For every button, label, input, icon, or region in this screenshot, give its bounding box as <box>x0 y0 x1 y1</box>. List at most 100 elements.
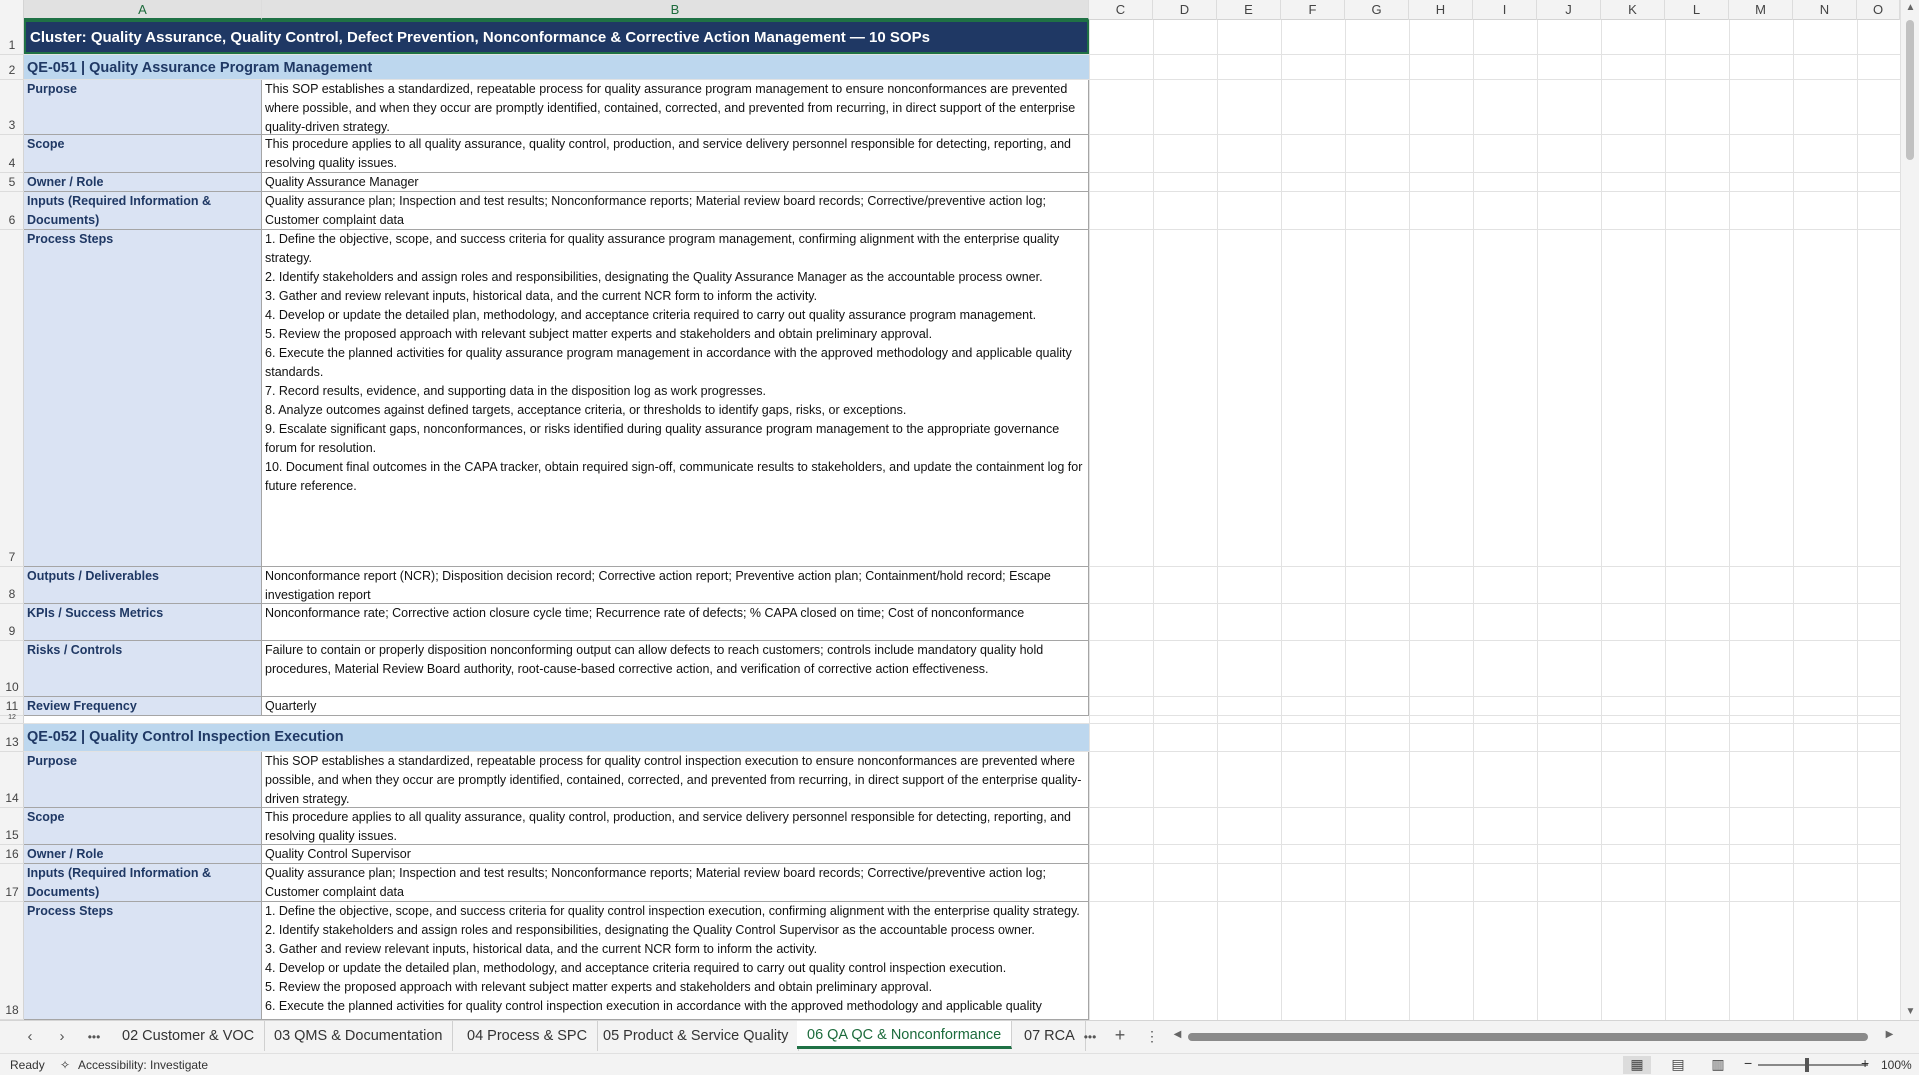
sop-header-qe-052[interactable]: QE-052 | Quality Control Inspection Exec… <box>24 724 1089 751</box>
select-all-corner[interactable] <box>0 0 24 20</box>
review-frequency-value[interactable]: Quarterly <box>262 697 1089 716</box>
ellipsis-icon[interactable]: ••• <box>82 1030 106 1044</box>
cell-grid[interactable]: Cluster: Quality Assurance, Quality Cont… <box>24 20 1900 1020</box>
row-header-12[interactable]: 12 <box>0 714 24 724</box>
plus-icon[interactable]: + <box>1108 1025 1132 1046</box>
column-header-k[interactable]: K <box>1601 0 1665 20</box>
column-header-d[interactable]: D <box>1153 0 1217 20</box>
scroll-left-icon[interactable]: ◀ <box>1168 1029 1187 1040</box>
column-header-i[interactable]: I <box>1473 0 1537 20</box>
inputs-value[interactable]: Quality assurance plan; Inspection and t… <box>262 864 1089 902</box>
scroll-down-icon[interactable]: ▼ <box>1901 1006 1919 1017</box>
sheet-tab-product-service-quality[interactable]: 05 Product & Service Quality <box>593 1021 800 1051</box>
horizontal-scroll-thumb[interactable] <box>1188 1033 1868 1041</box>
row-header-13[interactable]: 13 <box>0 724 24 752</box>
row-header-14[interactable]: 14 <box>0 752 24 808</box>
process-steps-value[interactable]: 1. Define the objective, scope, and succ… <box>262 230 1089 567</box>
vertical-scroll-thumb[interactable] <box>1906 20 1914 160</box>
purpose-value[interactable]: This SOP establishes a standardized, rep… <box>262 752 1089 808</box>
kpis-value[interactable]: Nonconformance rate; Corrective action c… <box>262 604 1089 641</box>
scroll-up-icon[interactable]: ▲ <box>1901 2 1919 13</box>
scope-label[interactable]: Scope <box>24 135 262 173</box>
kpis-label[interactable]: KPIs / Success Metrics <box>24 604 262 641</box>
purpose-label[interactable]: Purpose <box>24 80 262 135</box>
process-step: 1. Define the objective, scope, and succ… <box>265 904 1080 918</box>
column-header-a[interactable]: A <box>24 0 262 20</box>
zoom-out-icon[interactable]: − <box>1744 1055 1752 1071</box>
row-header-8[interactable]: 8 <box>0 567 24 604</box>
row-header-7[interactable]: 7 <box>0 230 24 567</box>
owner-value[interactable]: Quality Control Supervisor <box>262 845 1089 864</box>
owner-label[interactable]: Owner / Role <box>24 173 262 192</box>
column-header-j[interactable]: J <box>1537 0 1601 20</box>
page-layout-icon[interactable]: ▤ <box>1664 1056 1692 1074</box>
row-header-17[interactable]: 17 <box>0 864 24 902</box>
sheet-tab-process-spc[interactable]: 04 Process & SPC <box>457 1021 599 1051</box>
process-step: 6. Execute the planned activities for qu… <box>265 346 1072 379</box>
row-header-15[interactable]: 15 <box>0 808 24 845</box>
row-header-1[interactable]: 1 <box>0 20 24 55</box>
column-header-o[interactable]: O <box>1857 0 1900 20</box>
more-options-icon[interactable]: ⋮ <box>1140 1028 1164 1045</box>
accessibility-status[interactable]: Accessibility: Investigate <box>78 1057 208 1073</box>
column-header-g[interactable]: G <box>1345 0 1409 20</box>
owner-value[interactable]: Quality Assurance Manager <box>262 173 1089 192</box>
chevron-left-icon[interactable]: ‹ <box>18 1028 42 1045</box>
process-step: 7. Record results, evidence, and support… <box>265 384 766 398</box>
review-frequency-label[interactable]: Review Frequency <box>24 697 262 716</box>
row-header-6[interactable]: 6 <box>0 192 24 230</box>
column-header-e[interactable]: E <box>1217 0 1281 20</box>
risks-value[interactable]: Failure to contain or properly dispositi… <box>262 641 1089 697</box>
column-header-l[interactable]: L <box>1665 0 1729 20</box>
row-header-5[interactable]: 5 <box>0 173 24 192</box>
inputs-value[interactable]: Quality assurance plan; Inspection and t… <box>262 192 1089 230</box>
row-header-4[interactable]: 4 <box>0 135 24 173</box>
outputs-label[interactable]: Outputs / Deliverables <box>24 567 262 604</box>
row-header-16[interactable]: 16 <box>0 845 24 864</box>
row-header-10[interactable]: 10 <box>0 641 24 697</box>
process-steps-label[interactable]: Process Steps <box>24 902 262 1020</box>
spreadsheet-app: A B C D E F G H I J K L M N O 1 2 3 4 5 … <box>0 0 1919 1075</box>
row-header-9[interactable]: 9 <box>0 604 24 641</box>
chevron-right-icon[interactable]: › <box>50 1028 74 1045</box>
column-header-m[interactable]: M <box>1729 0 1793 20</box>
owner-label[interactable]: Owner / Role <box>24 845 262 864</box>
inputs-label[interactable]: Inputs (Required Information & Documents… <box>24 192 262 230</box>
zoom-level[interactable]: 100% <box>1881 1057 1912 1073</box>
grid-icon[interactable]: ▦ <box>1623 1056 1651 1074</box>
row-header-18[interactable]: 18 <box>0 902 24 1020</box>
risks-label[interactable]: Risks / Controls <box>24 641 262 697</box>
column-header-h[interactable]: H <box>1409 0 1473 20</box>
scroll-right-icon[interactable]: ▶ <box>1880 1029 1899 1040</box>
page-break-icon[interactable]: ▥ <box>1704 1056 1732 1074</box>
purpose-label[interactable]: Purpose <box>24 752 262 808</box>
column-header-b[interactable]: B <box>262 0 1089 20</box>
accessibility-icon[interactable]: ✧ <box>60 1057 70 1073</box>
column-header-f[interactable]: F <box>1281 0 1345 20</box>
sheet-tab-qms-documentation[interactable]: 03 QMS & Documentation <box>264 1021 454 1051</box>
scope-value[interactable]: This procedure applies to all quality as… <box>262 135 1089 173</box>
sheet-tab-rca[interactable]: 07 RCA <box>1014 1021 1086 1051</box>
column-header-c[interactable]: C <box>1089 0 1153 20</box>
scope-value[interactable]: This procedure applies to all quality as… <box>262 808 1089 845</box>
vertical-scrollbar[interactable]: ▲ ▼ <box>1900 0 1919 1020</box>
inputs-label[interactable]: Inputs (Required Information & Documents… <box>24 864 262 902</box>
scope-label[interactable]: Scope <box>24 808 262 845</box>
sheet-tab-customer-voc[interactable]: 02 Customer & VOC <box>112 1021 266 1051</box>
outputs-value[interactable]: Nonconformance report (NCR); Disposition… <box>262 567 1089 604</box>
horizontal-scrollbar[interactable]: ◀ ▶ <box>1174 1029 1894 1045</box>
purpose-value[interactable]: This SOP establishes a standardized, rep… <box>262 80 1089 135</box>
zoom-in-icon[interactable]: + <box>1861 1055 1869 1071</box>
sheet-tab-qa-qc-nonconformance[interactable]: 06 QA QC & Nonconformance <box>797 1021 1013 1049</box>
ellipsis-icon[interactable]: ••• <box>1078 1030 1102 1044</box>
process-steps-label[interactable]: Process Steps <box>24 230 262 567</box>
zoom-slider-thumb[interactable] <box>1805 1058 1809 1072</box>
zoom-slider[interactable] <box>1758 1064 1868 1066</box>
cluster-title-cell[interactable]: Cluster: Quality Assurance, Quality Cont… <box>24 20 1089 54</box>
row-header-3[interactable]: 3 <box>0 80 24 135</box>
process-steps-value[interactable]: 1. Define the objective, scope, and succ… <box>262 902 1089 1020</box>
sop-header-qe-051[interactable]: QE-051 | Quality Assurance Program Manag… <box>24 55 1089 79</box>
row-header-2[interactable]: 2 <box>0 55 24 80</box>
column-header-n[interactable]: N <box>1793 0 1857 20</box>
process-step: 3. Gather and review relevant inputs, hi… <box>265 289 818 303</box>
